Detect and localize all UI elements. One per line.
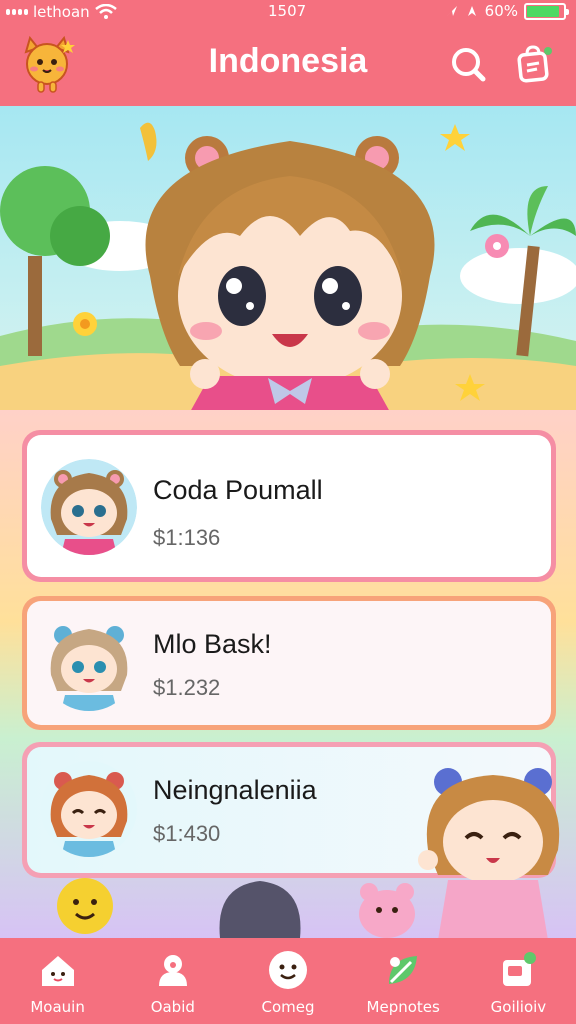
location-icon <box>446 6 457 16</box>
carrier: lethoan <box>6 3 117 21</box>
hero-banner <box>0 106 576 412</box>
product-card[interactable]: Coda Poumall $1:136 <box>22 430 556 582</box>
nav-label: Goilioiv <box>490 998 547 1016</box>
card-price: $1:136 <box>153 525 221 550</box>
nav-item-profile[interactable]: Oabid <box>115 938 230 1024</box>
chibi-girl-red-ears <box>41 761 137 857</box>
battery-percent: 60% <box>484 2 518 20</box>
chibi-character-decoration <box>418 768 560 940</box>
pink-bear-decoration <box>359 883 415 938</box>
smiley-decoration <box>57 878 113 934</box>
clock: 1507 <box>268 2 307 20</box>
nav-label: Oabid <box>150 998 195 1016</box>
nav-label: Mepnotes <box>366 998 440 1016</box>
signal-icon <box>6 9 28 15</box>
chibi-girl-bear-ears <box>41 459 137 555</box>
hair-decoration <box>219 881 301 938</box>
wifi-icon <box>94 4 117 19</box>
search-button[interactable] <box>442 38 494 90</box>
carrier-name: lethoan <box>33 3 90 21</box>
nav-label: Comeg <box>261 998 315 1016</box>
person-icon <box>158 955 187 986</box>
card-name: Mlo Bask! <box>153 629 272 659</box>
smile-icon <box>269 951 307 989</box>
nav-label: Moauin <box>30 998 85 1016</box>
chibi-girl-banner <box>0 106 576 412</box>
status-bar: lethoan 1507 60% <box>0 0 576 26</box>
chibi-girl-blue-ears <box>41 615 137 711</box>
product-card[interactable]: Mlo Bask! $1.232 <box>22 596 556 730</box>
leaf-icon <box>389 956 418 984</box>
card-name: Coda Poumall <box>153 475 323 505</box>
card-price: $1.232 <box>153 675 221 700</box>
battery-icon <box>524 2 569 20</box>
shopping-bag-button[interactable] <box>508 38 560 90</box>
card-price: $1:430 <box>153 821 221 846</box>
navigation-icon <box>467 6 476 16</box>
nav-item-notes[interactable]: Mepnotes <box>346 938 461 1024</box>
card-name: Neingnaleniia <box>153 775 317 805</box>
bottom-navigation: Moauin Oabid Comeg Mepnotes Goilioiv <box>0 938 576 1024</box>
search-icon <box>452 48 486 82</box>
nav-item-home[interactable]: Moauin <box>0 938 115 1024</box>
shopping-bag-icon <box>517 45 552 83</box>
status-right: 60% <box>445 2 569 20</box>
nav-item-center[interactable]: Comeg <box>230 938 345 1024</box>
nav-item-gift[interactable]: Goilioiv <box>461 938 576 1024</box>
home-icon <box>41 956 74 986</box>
gift-icon <box>503 952 537 986</box>
app-header: Indonesia <box>0 26 576 106</box>
